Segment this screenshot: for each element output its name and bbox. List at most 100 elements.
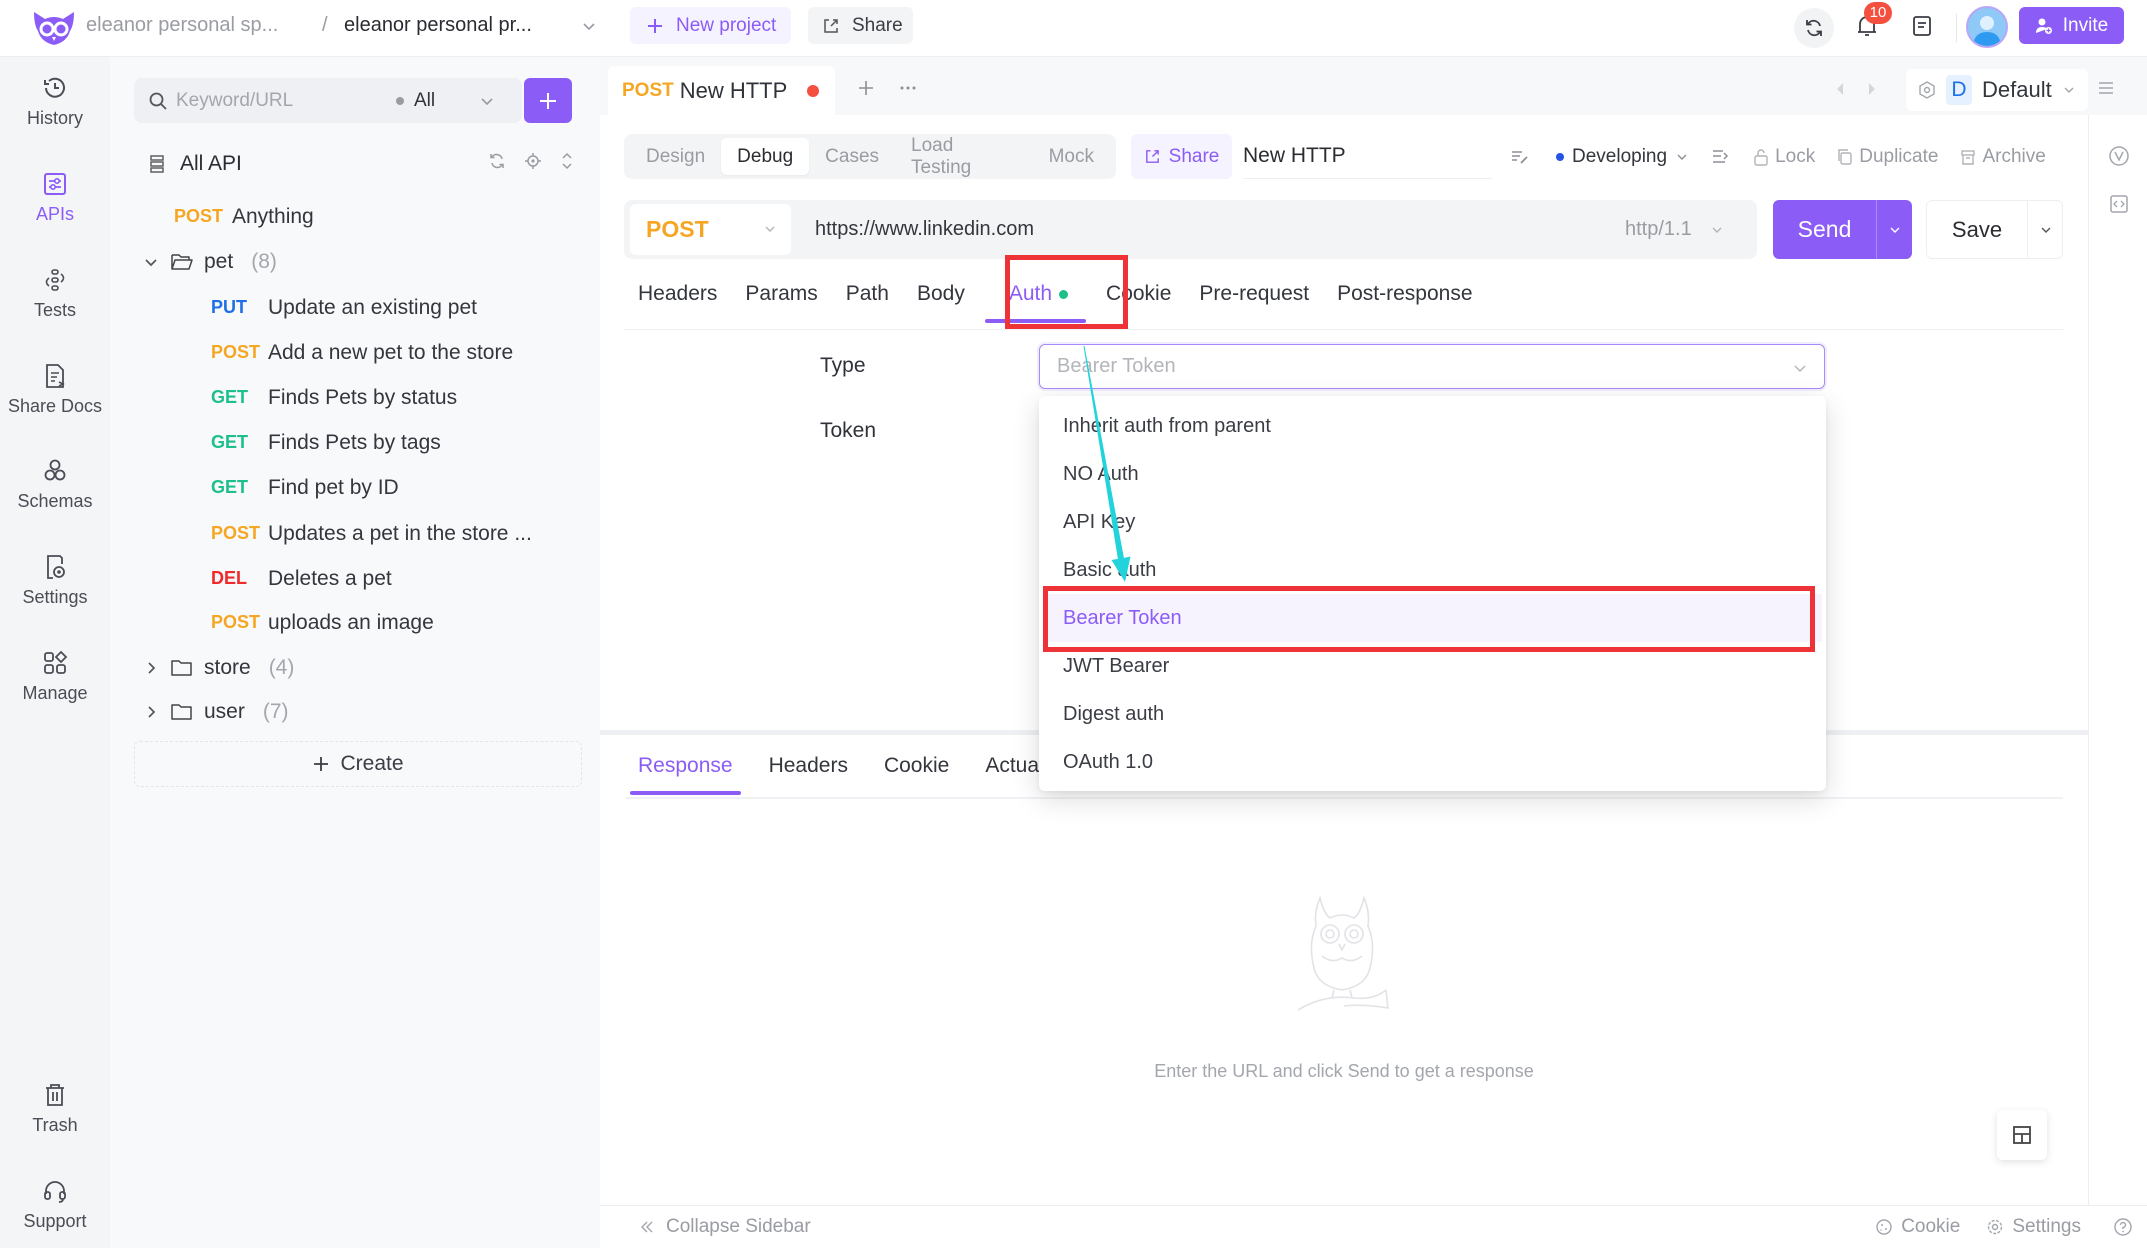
search-input[interactable] <box>176 89 396 112</box>
tree-folder-user[interactable]: user (7) <box>110 689 600 734</box>
tree-item[interactable]: GET Find pet by ID <box>110 465 600 510</box>
duplicate-button[interactable]: Duplicate <box>1837 146 1938 168</box>
lock-button[interactable]: Lock <box>1753 146 1815 168</box>
tab-new-http[interactable]: POST New HTTP <box>608 66 835 115</box>
auth-option-selected[interactable]: Bearer Token <box>1043 594 1822 642</box>
breadcrumb-project[interactable]: eleanor personal pr... <box>344 14 532 37</box>
footer-cookie-button[interactable]: Cookie <box>1901 1216 1960 1238</box>
auth-option[interactable]: Digest auth <box>1039 690 1826 738</box>
mode-debug[interactable]: Debug <box>721 138 810 175</box>
method-select[interactable]: POST <box>630 204 791 255</box>
protocol-select[interactable]: http/1.1 <box>1625 200 1724 259</box>
nav-item-share-docs[interactable]: Share Docs <box>0 362 110 430</box>
owl-logo-icon[interactable] <box>32 10 76 46</box>
tab-body[interactable]: Body <box>903 265 979 323</box>
nav-item-manage[interactable]: Manage <box>0 649 110 717</box>
add-api-button[interactable] <box>524 78 572 123</box>
tree-item[interactable]: GET Finds Pets by status <box>110 375 600 420</box>
code-icon[interactable] <box>2107 192 2131 216</box>
outline-icon[interactable] <box>1711 148 1731 166</box>
tree-item[interactable]: PUT Update an existing pet <box>110 285 600 330</box>
collapse-sidebar-button[interactable]: Collapse Sidebar <box>638 1206 811 1248</box>
url-input[interactable] <box>815 200 1595 259</box>
locate-icon[interactable] <box>524 152 542 170</box>
scroll-left-icon[interactable] <box>1834 81 1846 97</box>
sync-button[interactable] <box>1794 8 1834 48</box>
save-options-button[interactable] <box>2027 201 2063 258</box>
expand-collapse-icon[interactable] <box>560 152 574 170</box>
search-box[interactable]: All <box>134 78 522 123</box>
share-project-button[interactable]: Share <box>808 7 913 44</box>
version-icon[interactable] <box>2107 144 2131 168</box>
refresh-icon[interactable] <box>488 152 506 170</box>
send-button[interactable]: Send <box>1773 200 1876 259</box>
tab-params[interactable]: Params <box>731 265 831 323</box>
new-tab-icon[interactable] <box>855 77 877 99</box>
docs-button[interactable] <box>1908 12 1936 40</box>
tab-path[interactable]: Path <box>832 265 903 323</box>
footer-settings-button[interactable]: Settings <box>2012 1216 2081 1238</box>
mode-load-testing[interactable]: Load Testing <box>895 135 1033 178</box>
chevron-right-icon[interactable] <box>142 703 160 721</box>
status-select[interactable]: Developing <box>1556 146 1689 168</box>
share-api-button[interactable]: Share <box>1131 134 1232 179</box>
tree-item[interactable]: POST uploads an image <box>110 600 600 645</box>
send-options-button[interactable] <box>1876 200 1912 259</box>
archive-button[interactable]: Archive <box>1960 146 2046 168</box>
more-icon[interactable] <box>896 77 920 99</box>
auth-option[interactable]: API Key <box>1039 498 1826 546</box>
tree-folder-store[interactable]: store (4) <box>110 645 600 690</box>
edit-description-icon[interactable] <box>1510 148 1530 166</box>
tree-item[interactable]: DEL Deletes a pet <box>110 556 600 601</box>
api-name-input[interactable] <box>1243 134 1492 179</box>
nav-item-settings[interactable]: Settings <box>0 553 110 621</box>
status-dot <box>1556 152 1564 161</box>
tab-cookie[interactable]: Cookie <box>1092 265 1185 323</box>
environment-select[interactable]: D Default <box>1906 69 2088 111</box>
invite-button[interactable]: Invite <box>2019 7 2124 44</box>
method-badge: POST <box>211 523 261 543</box>
nav-item-support[interactable]: Support <box>0 1177 110 1245</box>
tree-item[interactable]: GET Finds Pets by tags <box>110 420 600 465</box>
auth-type-select[interactable]: Bearer Token <box>1039 344 1825 389</box>
auth-option[interactable]: Inherit auth from parent <box>1039 402 1826 450</box>
nav-item-schemas[interactable]: Schemas <box>0 457 110 525</box>
tab-pre-request[interactable]: Pre-request <box>1185 265 1323 323</box>
help-icon[interactable] <box>2113 1217 2133 1237</box>
tab-response-cookie[interactable]: Cookie <box>862 737 963 795</box>
tab-response-headers[interactable]: Headers <box>747 737 862 795</box>
chevron-right-icon[interactable] <box>142 659 160 677</box>
all-api-row[interactable]: All API <box>134 144 574 184</box>
nav-item-history[interactable]: History <box>0 74 110 142</box>
auth-option[interactable]: JWT Bearer <box>1039 642 1826 690</box>
menu-icon[interactable] <box>2095 77 2117 99</box>
breadcrumb-workspace[interactable]: eleanor personal sp... <box>86 14 278 37</box>
chevron-down-icon[interactable] <box>142 253 160 271</box>
mode-design[interactable]: Design <box>630 138 721 175</box>
nav-item-tests[interactable]: Tests <box>0 266 110 334</box>
tree-folder-pet[interactable]: pet (8) <box>110 239 600 284</box>
footer-actions: Cookie Settings <box>1875 1206 2133 1248</box>
tab-auth[interactable]: Auth <box>979 265 1092 323</box>
scroll-right-icon[interactable] <box>1866 81 1878 97</box>
layout-toggle-button[interactable] <box>1997 1110 2047 1160</box>
tab-post-response[interactable]: Post-response <box>1323 265 1486 323</box>
auth-option[interactable]: NO Auth <box>1039 450 1826 498</box>
tab-response[interactable]: Response <box>624 737 747 795</box>
user-avatar[interactable] <box>1966 6 2008 48</box>
save-button[interactable]: Save <box>1927 201 2027 258</box>
nav-item-apis[interactable]: APIs <box>0 170 110 238</box>
auth-option[interactable]: Basic auth <box>1039 546 1826 594</box>
create-button[interactable]: Create <box>134 741 582 787</box>
tab-headers[interactable]: Headers <box>624 265 731 323</box>
tree-item[interactable]: POST Anything <box>110 194 600 239</box>
filter-select[interactable]: All <box>396 78 495 123</box>
auth-option[interactable]: OAuth 1.0 <box>1039 738 1826 786</box>
tree-item[interactable]: POST Add a new pet to the store <box>110 330 600 375</box>
nav-item-trash[interactable]: Trash <box>0 1081 110 1149</box>
mode-cases[interactable]: Cases <box>809 138 895 175</box>
new-project-button[interactable]: New project <box>630 7 791 44</box>
chevron-down-icon[interactable] <box>580 17 598 35</box>
tree-item[interactable]: POST Updates a pet in the store ... <box>110 511 600 556</box>
mode-mock[interactable]: Mock <box>1033 138 1110 175</box>
